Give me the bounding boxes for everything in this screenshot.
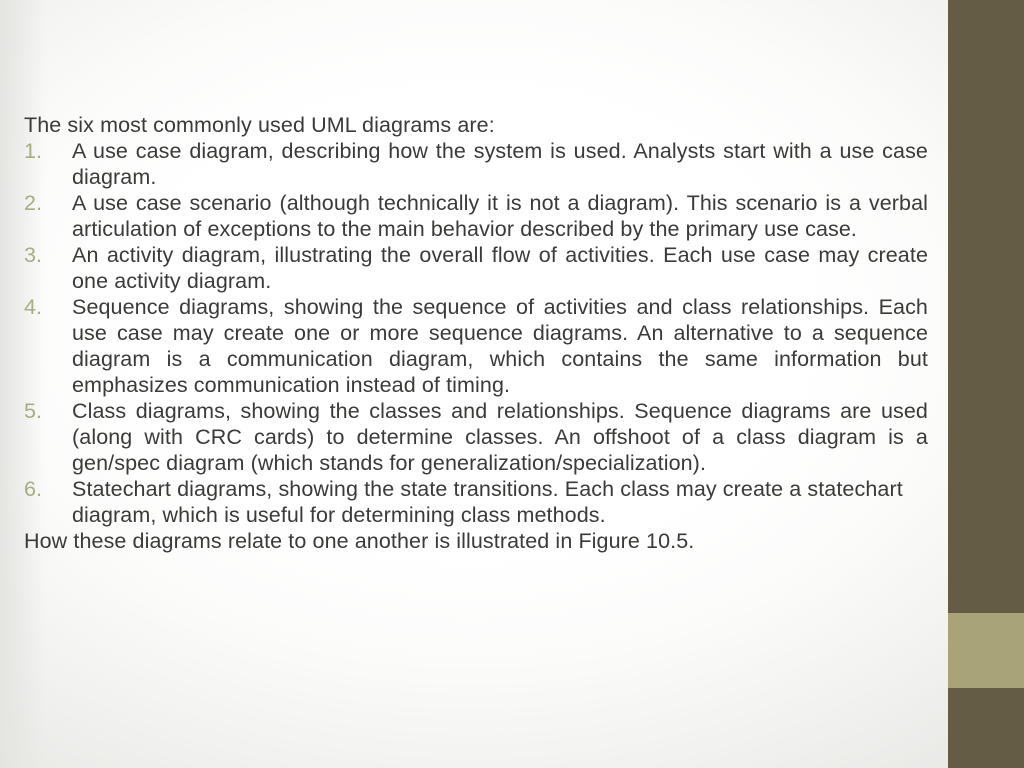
decorative-side-bar (948, 0, 1024, 768)
slide-content: The six most commonly used UML diagrams … (24, 112, 928, 554)
list-item: 5. Class diagrams, showing the classes a… (24, 398, 928, 476)
intro-paragraph: The six most commonly used UML diagrams … (24, 113, 495, 137)
side-bar-segment-middle (948, 613, 1024, 688)
list-marker: 6. (24, 477, 43, 501)
list-marker: 1. (24, 139, 43, 163)
list-marker: 4. (24, 295, 43, 319)
list-marker: 2. (24, 191, 43, 215)
list-item-text: Sequence diagrams, showing the sequence … (72, 295, 928, 397)
list-item-text: A use case scenario (although technicall… (72, 191, 928, 241)
list-item: 4. Sequence diagrams, showing the sequen… (24, 294, 928, 398)
list-item: 6. Statechart diagrams, showing the stat… (24, 476, 928, 528)
list-marker: 5. (24, 399, 43, 423)
slide-canvas: The six most commonly used UML diagrams … (0, 0, 1024, 768)
list-item: 2. A use case scenario (although technic… (24, 190, 928, 242)
side-bar-segment-bottom (948, 688, 1024, 768)
list-item-text: An activity diagram, illustrating the ov… (72, 243, 928, 293)
list-item-text: Statechart diagrams, showing the state t… (72, 477, 903, 527)
list-item: 3. An activity diagram, illustrating the… (24, 242, 928, 294)
side-bar-segment-top (948, 0, 1024, 613)
list-marker: 3. (24, 243, 43, 267)
uml-diagram-list: 1. A use case diagram, describing how th… (24, 138, 928, 528)
list-item: 1. A use case diagram, describing how th… (24, 138, 928, 190)
list-item-text: A use case diagram, describing how the s… (72, 139, 928, 189)
outro-paragraph: How these diagrams relate to one another… (24, 529, 695, 553)
list-item-text: Class diagrams, showing the classes and … (72, 399, 928, 475)
